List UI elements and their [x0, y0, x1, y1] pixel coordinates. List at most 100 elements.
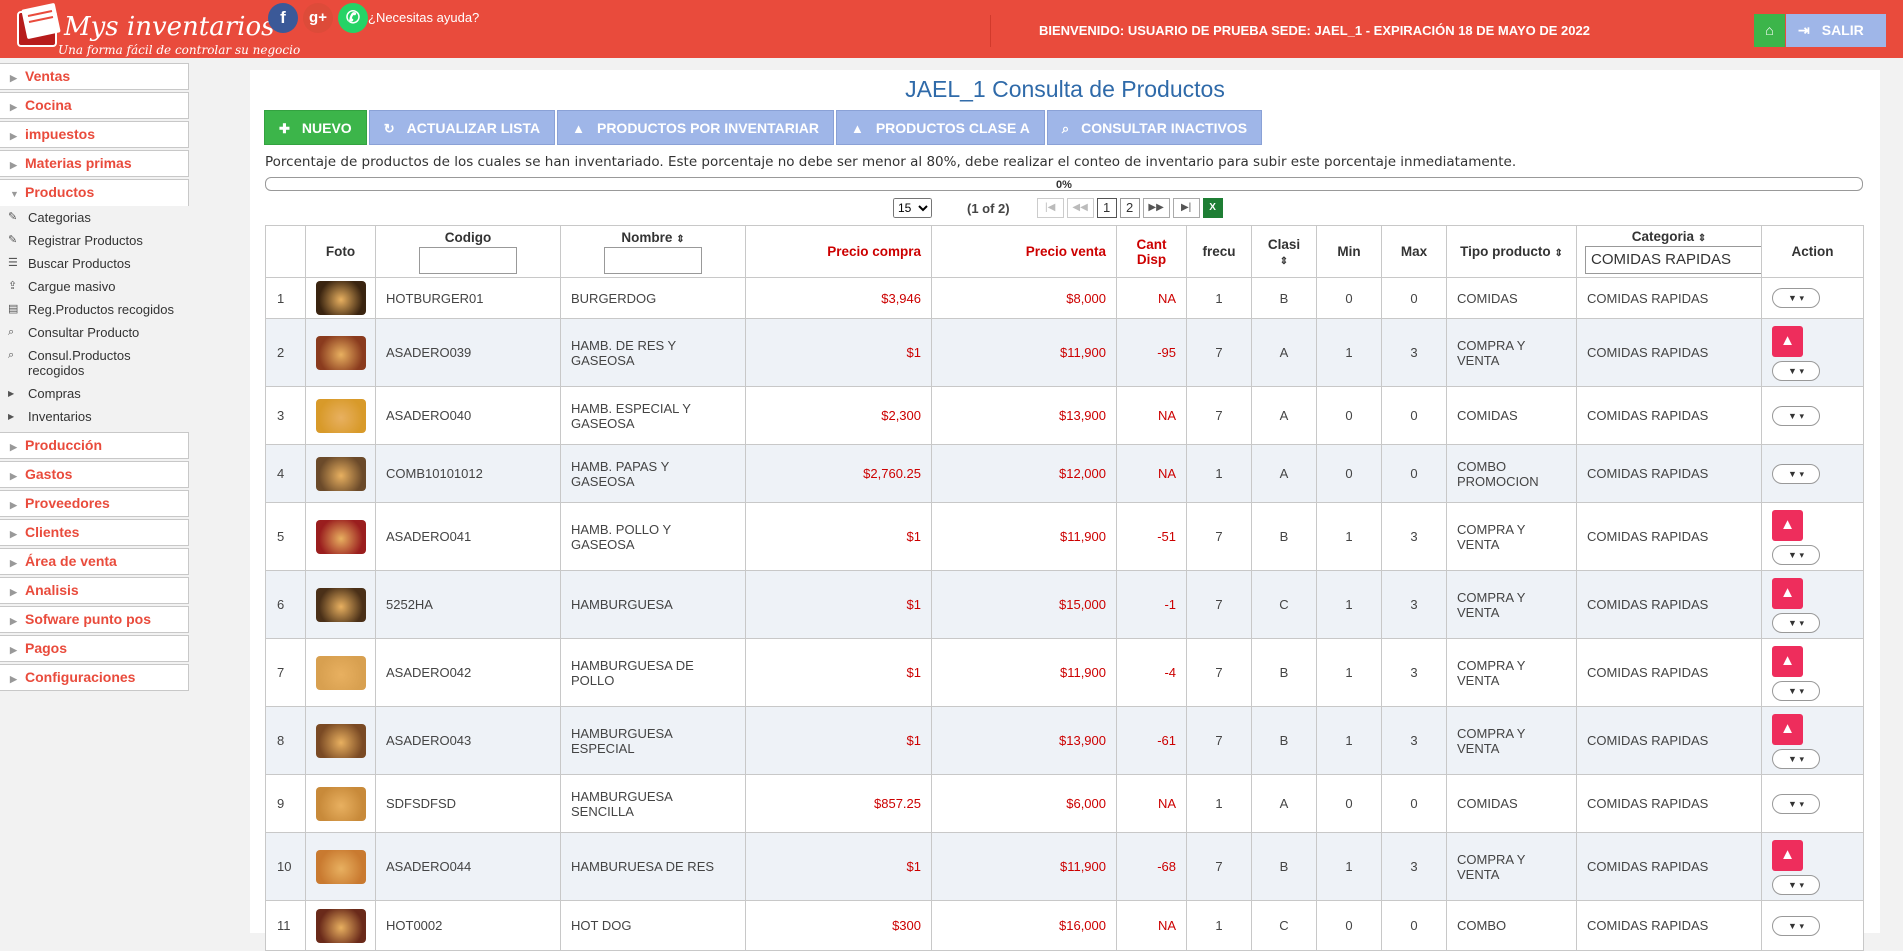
product-photo [305, 706, 376, 775]
first-page-button[interactable]: |◀ [1036, 198, 1064, 218]
sidebar-item-configuraciones[interactable]: ▶ Configuraciones [0, 664, 189, 691]
page-button-1[interactable]: 1 [1096, 198, 1117, 218]
product-frecu: 7 [1186, 832, 1252, 901]
product-name: HAMBURGUESA ESPECIAL [560, 706, 746, 775]
submenu-categorias[interactable]: ✎ Categorias [0, 206, 189, 229]
sidebar-item-proveedores[interactable]: ▶ Proveedores [0, 490, 189, 517]
product-category: COMIDAS RAPIDAS [1576, 318, 1762, 387]
product-max: 3 [1381, 570, 1447, 639]
sidebar-item-ventas[interactable]: ▶ Ventas [0, 63, 189, 90]
col-nombre[interactable]: Nombre ⇕ [560, 225, 746, 278]
submenu-registrar-productos[interactable]: ✎ Registrar Productos [0, 229, 189, 252]
sidebar-item-label: Materias primas [25, 155, 132, 171]
product-frecu: 7 [1186, 502, 1252, 571]
caret-right-icon: ▶ [10, 558, 17, 568]
submenu-label: Inventarios [28, 409, 92, 424]
codigo-filter-input[interactable] [419, 246, 517, 274]
table-row: 4 COMB10101012 HAMB. PAPAS Y GASEOSA $2,760… [265, 444, 1864, 503]
warning-icon[interactable]: ▲ [1772, 510, 1803, 541]
product-image [315, 281, 366, 315]
row-action-dropdown[interactable]: ▼ ▾ [1772, 545, 1820, 565]
row-action-dropdown[interactable]: ▼ ▾ [1772, 681, 1820, 701]
nombre-filter-input[interactable] [604, 246, 702, 274]
facebook-icon[interactable]: f [268, 3, 298, 33]
warning-icon: ▲ [572, 121, 585, 136]
row-action-dropdown[interactable]: ▼ ▾ [1772, 613, 1820, 633]
submenu-cargue-masivo[interactable]: ⇪ Cargue masivo [0, 275, 189, 298]
product-qty: NA [1116, 277, 1187, 319]
inactive-products-button[interactable]: ⌕ CONSULTAR INACTIVOS [1046, 110, 1263, 145]
page-button-2[interactable]: 2 [1119, 198, 1140, 218]
sidebar-item-impuestos[interactable]: ▶ impuestos [0, 121, 189, 148]
categoria-filter-input[interactable]: COMIDAS RAPIDAS [1585, 246, 1763, 274]
sidebar-item-productos[interactable]: ▼ Productos [0, 179, 189, 206]
sidebar-item-label: Clientes [25, 524, 80, 540]
new-button[interactable]: ✚ NUEVO [264, 110, 367, 145]
warning-icon[interactable]: ▲ [1772, 326, 1803, 357]
product-sell-price: $16,000 [931, 900, 1117, 951]
exit-button[interactable]: ⇥ SALIR [1786, 14, 1886, 47]
warning-icon[interactable]: ▲ [1772, 840, 1803, 871]
button-label: PRODUCTOS POR INVENTARIAR [596, 120, 819, 136]
product-min: 1 [1316, 502, 1382, 571]
submenu-buscar-productos[interactable]: ☰ Buscar Productos [0, 252, 189, 275]
class-a-products-button[interactable]: ▲ PRODUCTOS CLASE A [835, 110, 1045, 145]
caret-down-icon: ▼ [10, 189, 19, 199]
product-buy-price: $300 [745, 900, 932, 951]
product-category: COMIDAS RAPIDAS [1576, 706, 1762, 775]
row-action-dropdown[interactable]: ▼ ▾ [1772, 875, 1820, 895]
product-min: 1 [1316, 832, 1382, 901]
table-row: 3 ASADERO040 HAMB. ESPECIAL Y GASEOSA $2,30… [265, 386, 1864, 445]
sidebar-item-label: Pagos [25, 640, 68, 656]
sidebar-item-analisis[interactable]: ▶ Analisis [0, 577, 189, 604]
product-photo [305, 774, 376, 833]
prev-page-button[interactable]: ◀◀ [1066, 198, 1094, 218]
col-tipo-producto[interactable]: Tipo producto ⇕ [1446, 225, 1577, 278]
next-page-button[interactable]: ▶▶ [1142, 198, 1170, 218]
submenu-reg-productos-recogidos[interactable]: ▤ Reg.Productos recogidos [0, 298, 189, 321]
whatsapp-icon[interactable]: ✆ [338, 3, 368, 33]
excel-export-icon[interactable]: X [1202, 198, 1223, 218]
sidebar-item-clientes[interactable]: ▶ Clientes [0, 519, 189, 546]
row-action-dropdown[interactable]: ▼ ▾ [1772, 405, 1820, 426]
sidebar-menu: ▶ Ventas ▶ Cocina ▶ impuestos ▶ Materias pri… [0, 63, 190, 693]
sidebar-item-area-de-venta[interactable]: ▶ Área de venta [0, 548, 189, 575]
row-action-dropdown[interactable]: ▼ ▾ [1772, 793, 1820, 814]
col-label: Tipo producto [1460, 244, 1551, 259]
row-action-dropdown[interactable]: ▼ ▾ [1772, 749, 1820, 769]
help-link[interactable]: ¿Necesitas ayuda? [368, 10, 479, 25]
warning-icon[interactable]: ▲ [1772, 646, 1803, 677]
product-clasi: A [1251, 386, 1317, 445]
row-action-dropdown[interactable]: ▼ ▾ [1772, 463, 1820, 484]
inventory-progress-bar: 0% [265, 177, 1863, 191]
products-to-inventory-button[interactable]: ▲ PRODUCTOS POR INVENTARIAR [557, 110, 834, 145]
sidebar-item-pagos[interactable]: ▶ Pagos [0, 635, 189, 662]
col-categoria[interactable]: Categoria ⇕ COMIDAS RAPIDAS [1576, 225, 1763, 278]
col-precio-compra: Precio compra [745, 225, 932, 278]
sidebar-item-cocina[interactable]: ▶ Cocina [0, 92, 189, 119]
submenu-inventarios[interactable]: ▶ Inventarios [0, 405, 189, 428]
sidebar-item-materias-primas[interactable]: ▶ Materias primas [0, 150, 189, 177]
submenu-consultar-producto[interactable]: ⌕ Consultar Producto [0, 321, 189, 344]
rows-per-page-select[interactable]: 15 [893, 198, 932, 218]
warning-icon[interactable]: ▲ [1772, 578, 1803, 609]
caret-right-icon: ▶ [10, 442, 17, 452]
product-clasi: A [1251, 444, 1317, 503]
submenu-consul-productos-recogidos[interactable]: ⌕ Consul.Productos recogidos [0, 344, 189, 382]
submenu-compras[interactable]: ▶ Compras [0, 382, 189, 405]
sidebar-item-software-punto-pos[interactable]: ▶ Sofware punto pos [0, 606, 189, 633]
table-row: 11 HOT0002 HOT DOG $300 $16,000 NA 1 C 0 0 COMBO CO… [265, 900, 1864, 951]
warning-icon[interactable]: ▲ [1772, 714, 1803, 745]
last-page-button[interactable]: ▶| [1172, 198, 1200, 218]
row-action-dropdown[interactable]: ▼ ▾ [1772, 361, 1820, 381]
row-action-dropdown[interactable]: ▼ ▾ [1772, 288, 1820, 308]
product-qty: -51 [1116, 502, 1187, 571]
refresh-list-button[interactable]: ↻ ACTUALIZAR LISTA [368, 110, 556, 145]
product-buy-price: $1 [745, 638, 932, 707]
sidebar-item-produccion[interactable]: ▶ Producción [0, 432, 189, 459]
google-plus-icon[interactable]: g+ [303, 3, 333, 33]
col-clasi[interactable]: Clasi ⇕ [1251, 225, 1317, 278]
sort-icon: ⇕ [676, 233, 685, 245]
sidebar-item-gastos[interactable]: ▶ Gastos [0, 461, 189, 488]
home-button[interactable]: ⌂ [1754, 14, 1785, 47]
